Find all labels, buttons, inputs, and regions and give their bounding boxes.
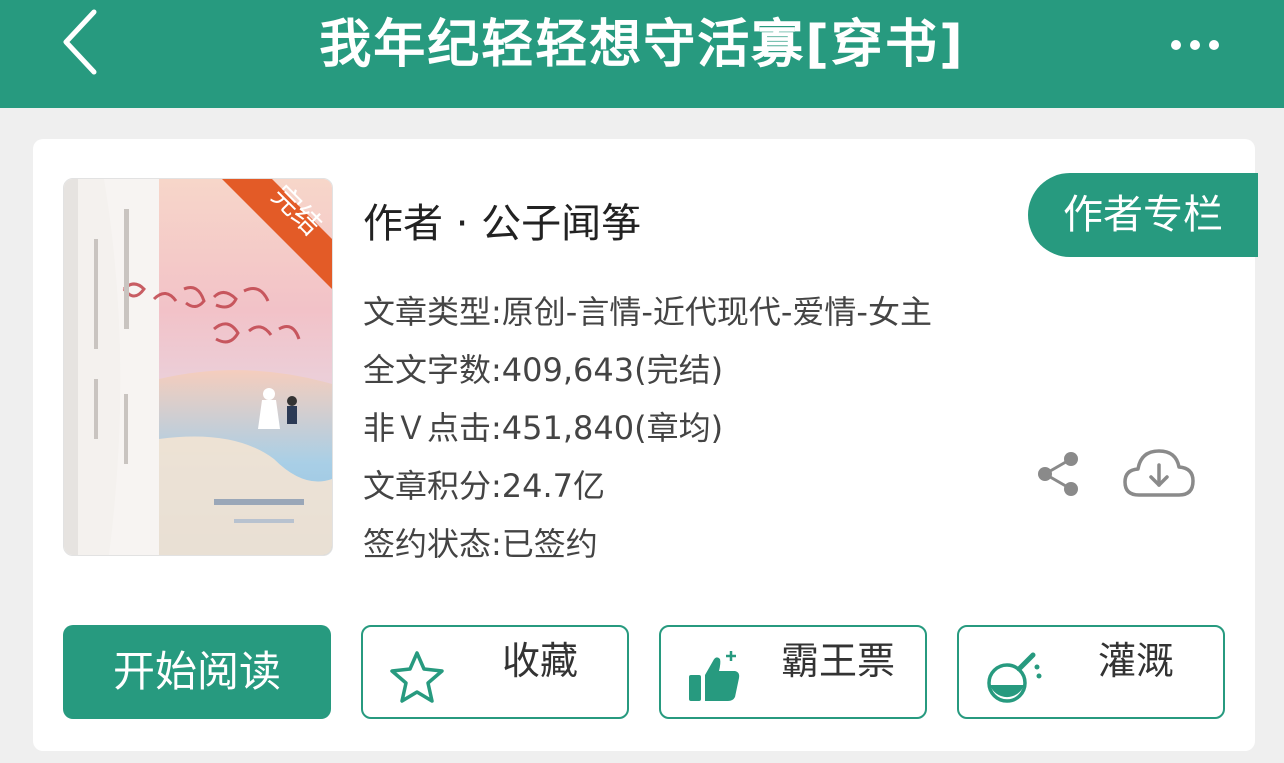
collect-button[interactable]: 收藏 xyxy=(361,625,629,719)
more-icon xyxy=(1171,40,1181,50)
cover-image: 完结 xyxy=(64,179,332,555)
word-count: 全文字数:409,643(完结) xyxy=(363,351,724,389)
author-column-button[interactable]: 作者专栏 xyxy=(1028,173,1258,257)
back-button[interactable] xyxy=(40,2,120,82)
ticket-button[interactable]: 霸王票 xyxy=(659,625,927,719)
share-button[interactable] xyxy=(1033,449,1083,499)
start-reading-button[interactable]: 开始阅读 xyxy=(63,625,331,719)
back-icon xyxy=(63,9,97,75)
click-count: 非Ｖ点击:451,840(章均) xyxy=(363,409,724,447)
ticket-label: 霸王票 xyxy=(780,639,895,683)
star-icon xyxy=(390,651,444,703)
share-icon xyxy=(1038,452,1078,496)
thumbs-up-icon xyxy=(689,651,740,701)
water-label: 灌溉 xyxy=(1097,639,1174,683)
top-bar: 我年纪轻轻想守活寡[穿书] xyxy=(0,0,1284,108)
download-button[interactable] xyxy=(1121,445,1197,505)
book-stats: 文章类型:原创-言情-近代现代-爱情-女主 全文字数:409,643(完结) 非… xyxy=(363,283,932,573)
book-info-card: 完结 作者 · 公子闻筝 作者专栏 文章类型:原创-言情-近代现代-爱情-女主 … xyxy=(33,139,1258,751)
download-icon xyxy=(1123,449,1195,497)
more-button[interactable] xyxy=(1150,20,1240,70)
water-button[interactable]: 灌溉 xyxy=(957,625,1225,719)
author-name[interactable]: 作者 · 公子闻筝 xyxy=(363,191,641,249)
book-cover[interactable]: 完结 xyxy=(63,178,333,556)
page-title: 我年纪轻轻想守活寡[穿书] xyxy=(319,15,965,75)
watering-flask-icon xyxy=(987,652,1042,703)
collect-label: 收藏 xyxy=(501,639,578,683)
article-score: 文章积分:24.7亿 xyxy=(363,467,606,505)
book-genre: 文章类型:原创-言情-近代现代-爱情-女主 xyxy=(363,293,932,331)
sign-status: 签约状态:已签约 xyxy=(363,525,598,563)
